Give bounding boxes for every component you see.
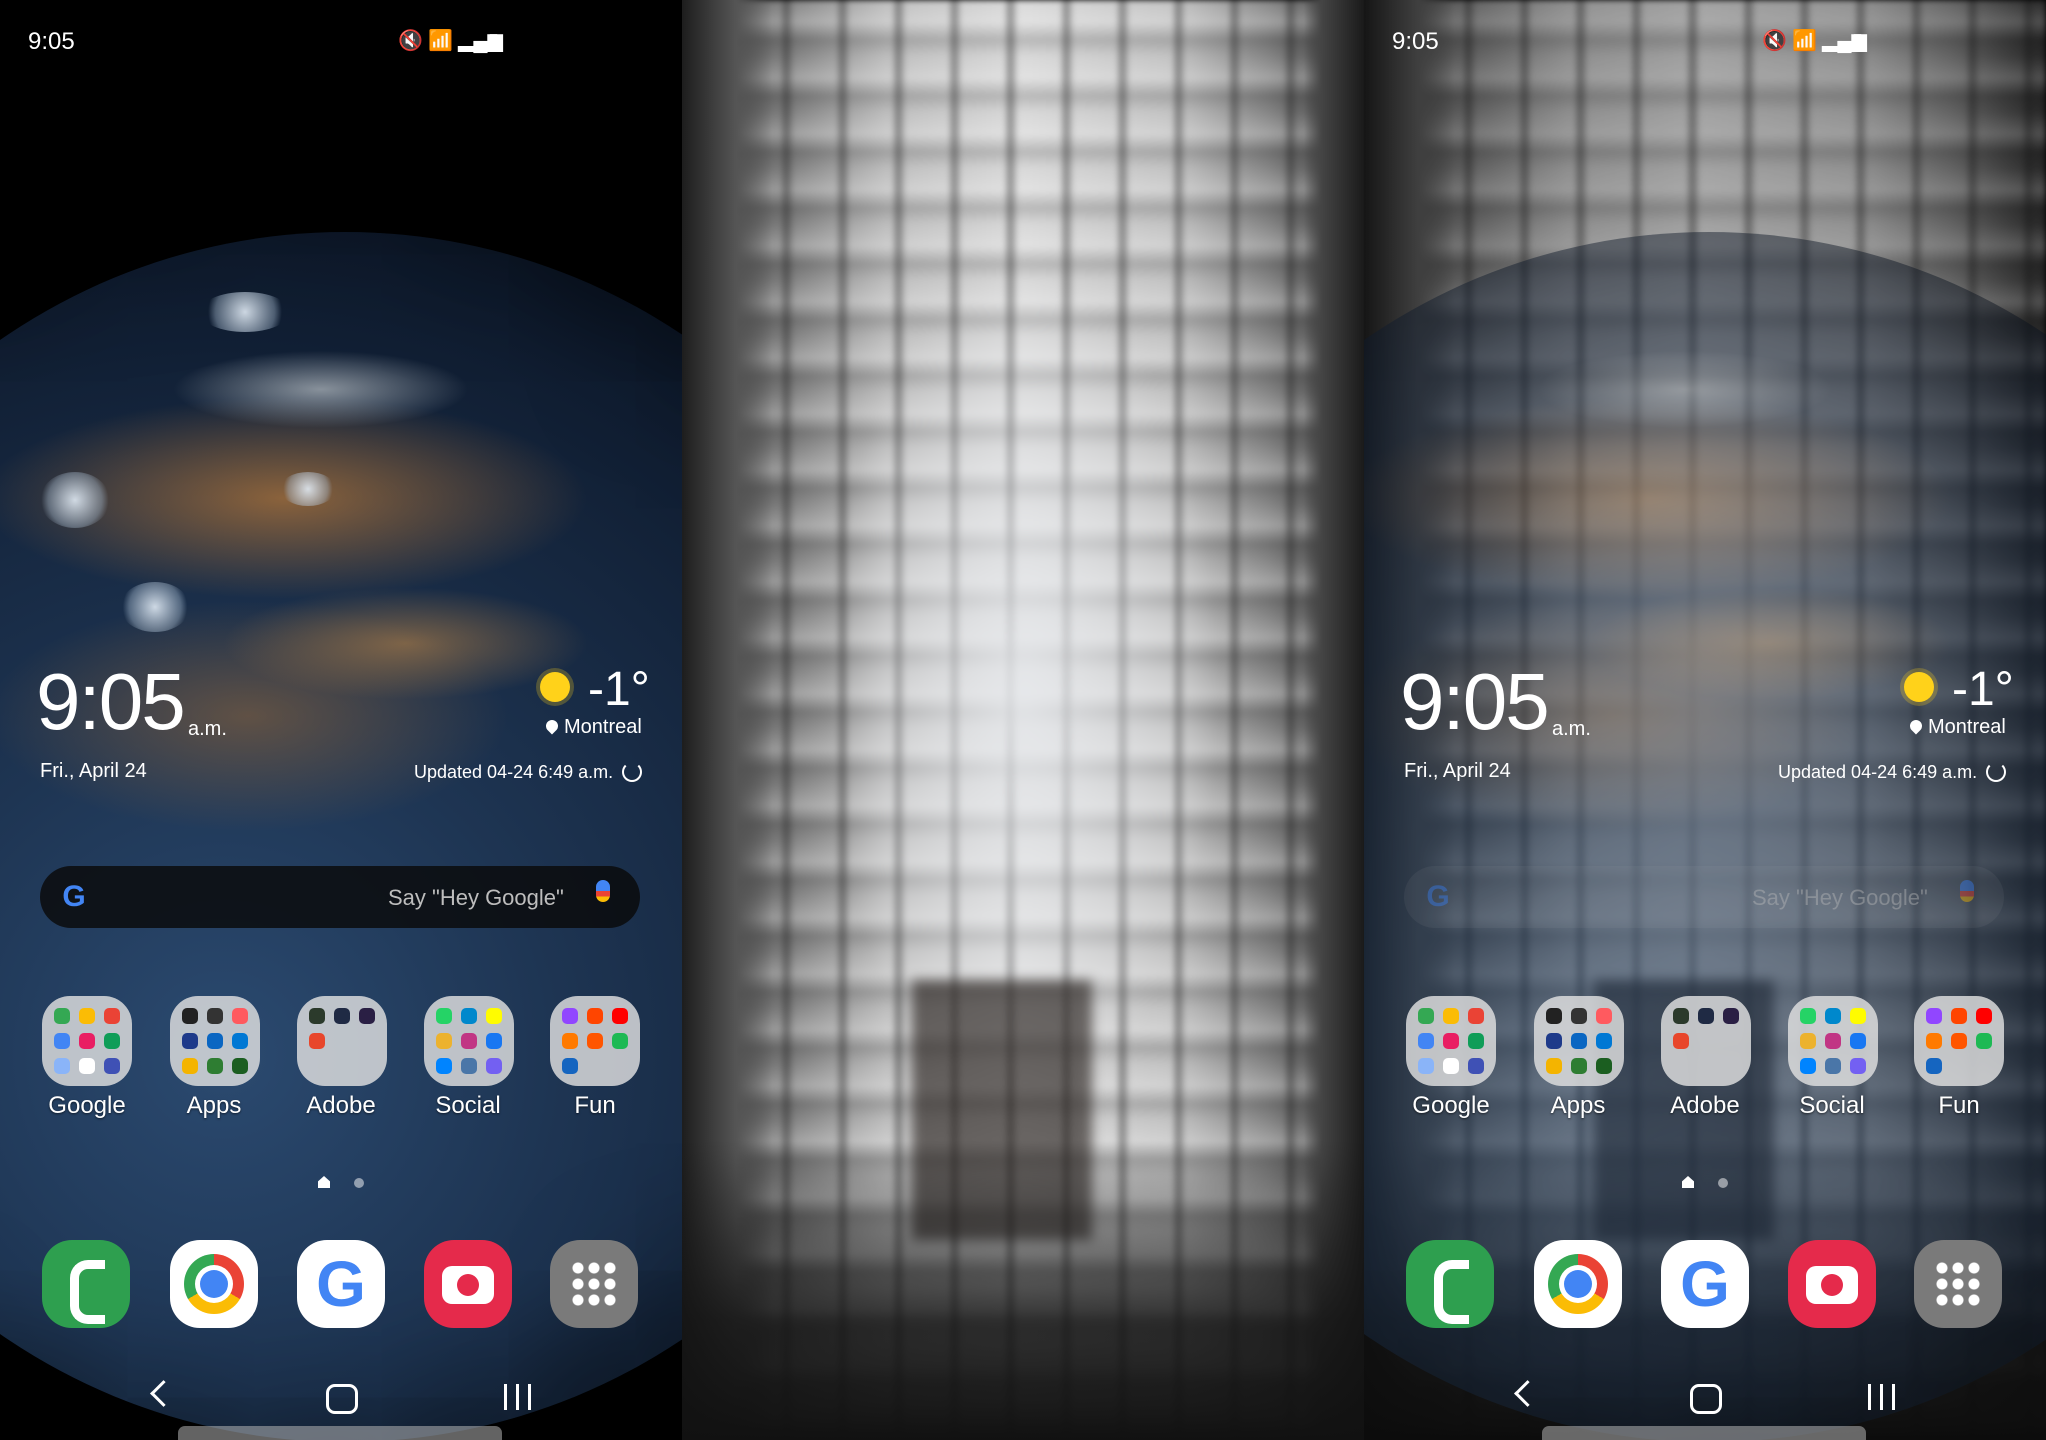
phone-icon[interactable] [42,1240,130,1328]
battery-icon: ▮ [488,30,500,52]
status-time: 9:05 [28,28,75,55]
refresh-icon[interactable] [622,762,642,782]
search-hint: Say "Hey Google" [1752,885,1928,910]
folder-label-google: Google [1412,1092,1490,1119]
folder-label-apps: Apps [186,1092,242,1119]
folder-label-adobe: Adobe [306,1092,376,1119]
app-drawer-icon[interactable] [1914,1240,2002,1328]
mic-icon[interactable] [1960,880,1974,902]
home-screen-panel: 9:05 🔇 📶 ▂▄▆ ▮ 9:05 a.m. Fri., April 24 … [0,0,682,1440]
status-time: 9:05 [1392,28,1439,55]
weather-location: Montreal [564,716,642,738]
status-icons: 🔇 📶 ▂▄▆ ▮ [398,28,508,54]
folder-adobe[interactable] [297,996,387,1086]
gesture-bar[interactable] [1542,1426,1866,1440]
camera-icon[interactable] [424,1240,512,1328]
clock-date: Fri., April 24 [1404,760,1511,782]
folder-google[interactable] [1406,996,1496,1086]
clock-ampm: a.m. [188,718,227,740]
search-hint: Say "Hey Google" [388,885,564,910]
status-icons: 🔇 📶 ▂▄▆ ▮ [1762,28,1872,54]
folder-adobe[interactable] [1661,996,1751,1086]
phone-icon[interactable] [1406,1240,1494,1328]
refresh-icon[interactable] [1986,762,2006,782]
folder-label-fun: Fun [1938,1092,1980,1119]
wifi-icon: 📶 [1792,30,1817,52]
google-search-bar[interactable]: G Say "Hey Google" [1404,866,2004,928]
clock-time: 9:05 [1400,657,1550,746]
folder-social[interactable] [424,996,514,1086]
weather-location: Montreal [1928,716,2006,738]
google-icon[interactable]: G [297,1240,385,1328]
folder-apps[interactable] [1534,996,1624,1086]
mute-icon: 🔇 [398,30,423,52]
folder-fun[interactable] [550,996,640,1086]
camera-view-panel [682,0,1364,1440]
home-icon[interactable] [326,1384,358,1414]
page-indicator-dot[interactable] [1718,1178,1728,1188]
folder-label-fun: Fun [574,1092,616,1119]
clock-time: 9:05 [36,657,186,746]
folder-social[interactable] [1788,996,1878,1086]
folder-label-social: Social [435,1092,501,1119]
wifi-icon: 📶 [428,30,453,52]
clock-ampm: a.m. [1552,718,1591,740]
home-icon[interactable] [1690,1384,1722,1414]
google-logo-icon: G [62,880,86,913]
recents-icon[interactable] [1868,1384,1896,1410]
overlay-home-screen-panel: 9:05 🔇 📶 ▂▄▆ ▮ 9:05 a.m. Fri., April 24 … [1364,0,2046,1440]
folder-google[interactable] [42,996,132,1086]
google-icon[interactable]: G [1661,1240,1749,1328]
folder-fun[interactable] [1914,996,2004,1086]
clock-date: Fri., April 24 [40,760,147,782]
weather-temperature: -1° [1952,663,2014,716]
google-logo-icon: G [1426,880,1450,913]
recents-icon[interactable] [504,1384,532,1410]
mute-icon: 🔇 [1762,30,1787,52]
mic-icon[interactable] [596,880,610,902]
folder-label-google: Google [48,1092,126,1119]
battery-icon: ▮ [1852,30,1864,52]
folder-label-apps: Apps [1550,1092,1606,1119]
weather-updated: Updated 04-24 6:49 a.m. [414,762,614,782]
folder-label-social: Social [1799,1092,1865,1119]
chrome-icon[interactable] [170,1240,258,1328]
folder-label-adobe: Adobe [1670,1092,1740,1119]
sun-icon [1904,672,1934,702]
google-search-bar[interactable]: G Say "Hey Google" [40,866,640,928]
folder-apps[interactable] [170,996,260,1086]
app-drawer-icon[interactable] [550,1240,638,1328]
weather-updated: Updated 04-24 6:49 a.m. [1778,762,1978,782]
page-indicator-dot[interactable] [354,1178,364,1188]
chrome-icon[interactable] [1534,1240,1622,1328]
weather-temperature: -1° [588,663,650,716]
camera-icon[interactable] [1788,1240,1876,1328]
sun-icon [540,672,570,702]
gesture-bar[interactable] [178,1426,502,1440]
